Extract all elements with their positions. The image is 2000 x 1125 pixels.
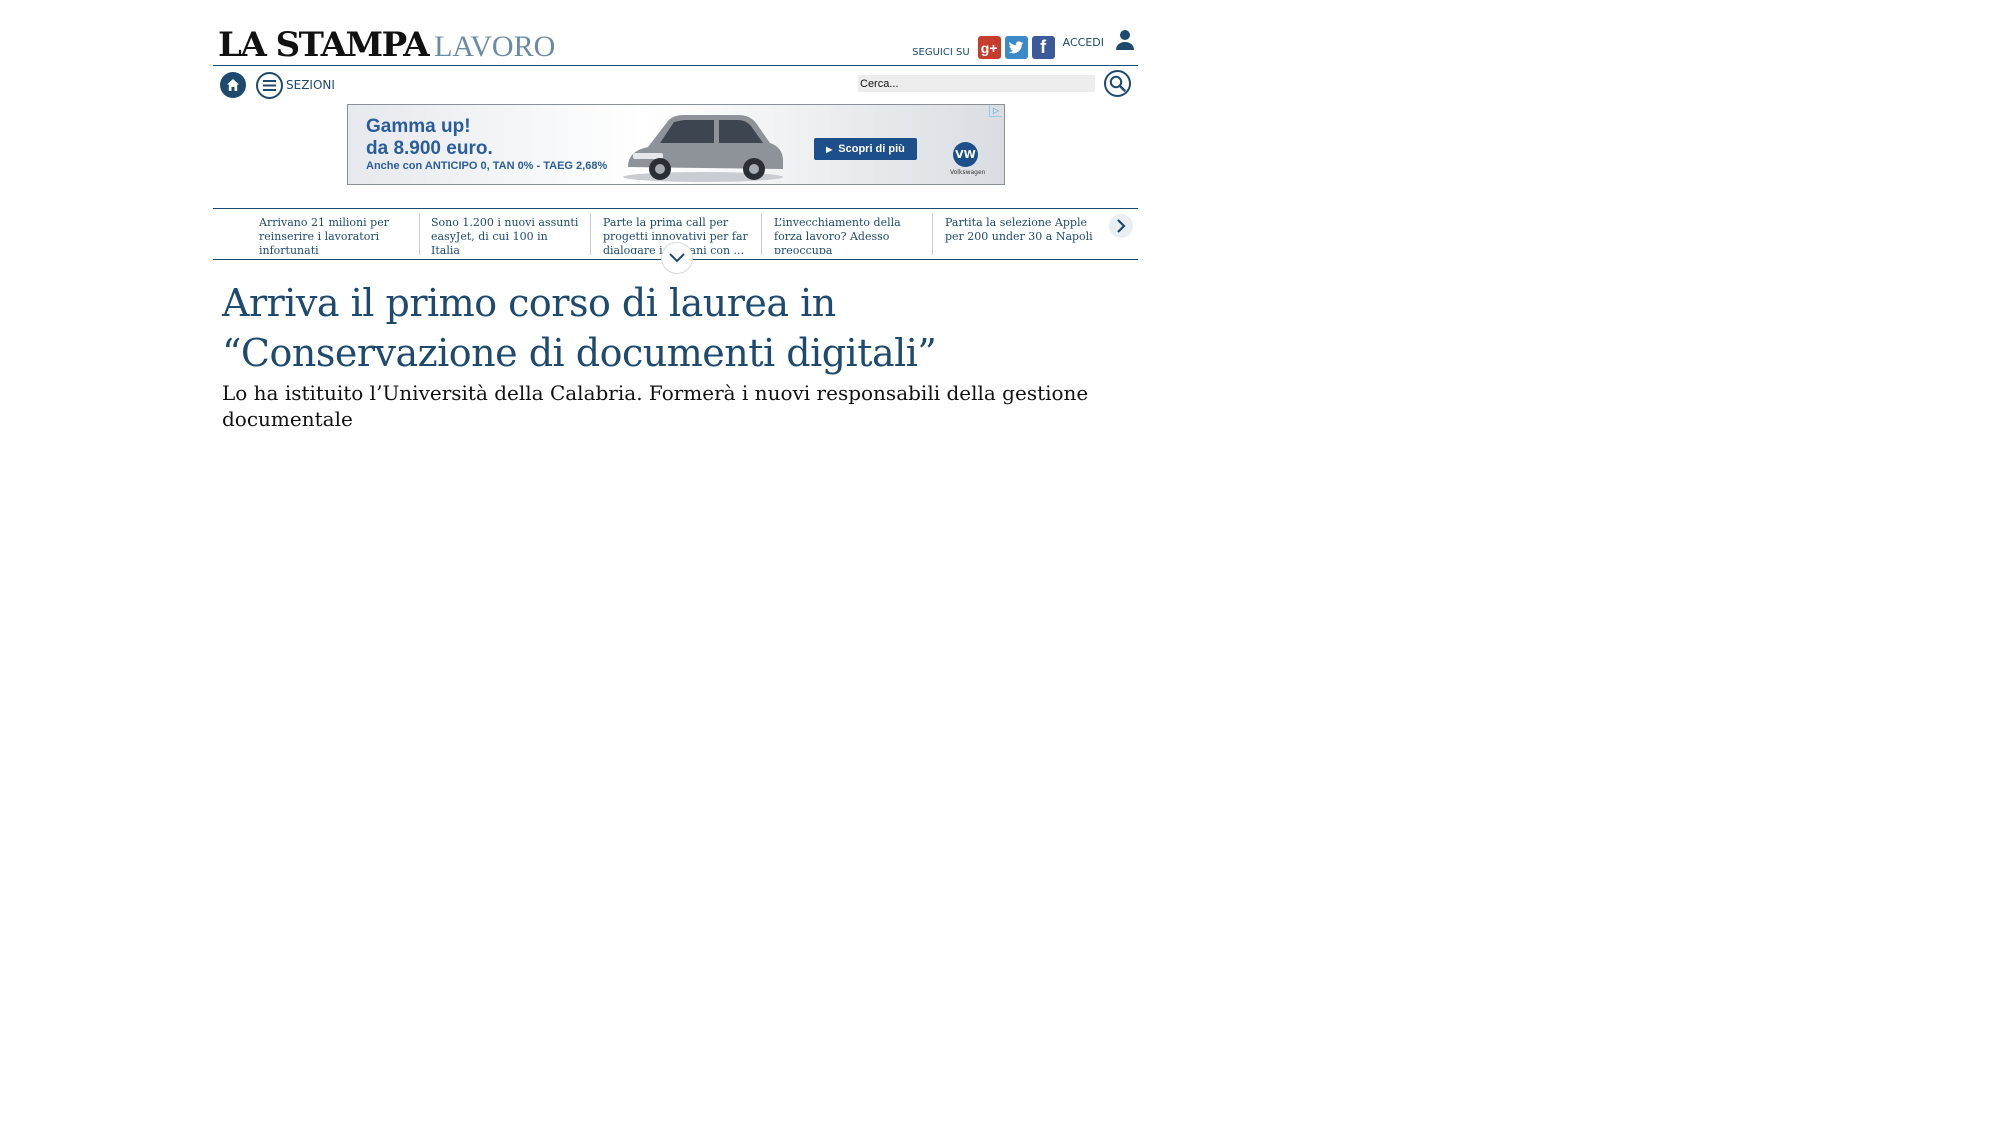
adchoices-icon[interactable]: ▷	[989, 105, 1002, 117]
masthead: LA STAMPA LAVORO SEGUICI SU g+ f ACCEDI	[213, 0, 1138, 66]
page: LA STAMPA LAVORO SEGUICI SU g+ f ACCEDI S…	[213, 0, 1138, 431]
login-link[interactable]: ACCEDI	[1063, 36, 1104, 49]
ad-cta-button[interactable]: ▶ Scopri di più	[814, 138, 917, 160]
ticker-expand-button[interactable]	[661, 242, 693, 274]
ticker-item[interactable]: Sono 1.200 i nuovi assunti easyJet, di c…	[431, 216, 579, 254]
chevron-right-icon	[1117, 219, 1126, 233]
social-bar: SEGUICI SU g+ f ACCEDI	[912, 29, 1134, 59]
brand-name: LA STAMPA	[218, 25, 430, 65]
ticker-divider	[761, 213, 762, 255]
ticker-divider	[419, 213, 420, 255]
search-icon	[1109, 75, 1126, 92]
brand-section: LAVORO	[434, 30, 556, 63]
nav-bar: SEZIONI	[213, 66, 1138, 104]
ticker-item[interactable]: Arrivano 21 milioni per reinserire i lav…	[259, 216, 389, 254]
ad-fine-print: Anche con ANTICIPO 0, TAN 0% - TAEG 2,68…	[366, 160, 608, 172]
sections-menu-label[interactable]: SEZIONI	[286, 78, 335, 92]
menu-button[interactable]	[256, 72, 283, 99]
ad-headline-line-1: Gamma up!	[366, 116, 471, 137]
car-image	[623, 115, 783, 182]
ticker-divider	[590, 213, 591, 255]
twitter-icon[interactable]	[1004, 36, 1028, 59]
ad-headline: Gamma up! da 8.900 euro.	[366, 116, 493, 160]
follow-label: SEGUICI SU	[912, 47, 970, 58]
search-button[interactable]	[1104, 70, 1131, 97]
user-icon[interactable]	[1116, 29, 1134, 55]
ticker-item[interactable]: Partita la selezione Apple per 200 under…	[945, 216, 1097, 254]
hamburger-icon	[263, 80, 276, 91]
ticker-item[interactable]: L’invecchiamento della forza lavoro? Ade…	[774, 216, 919, 254]
facebook-icon[interactable]: f	[1031, 36, 1055, 59]
ad-headline-line-2: da 8.900 euro.	[366, 138, 493, 159]
home-icon	[227, 79, 239, 91]
article-subtitle: Lo ha istituito l’Università della Calab…	[222, 381, 1089, 431]
chevron-down-icon	[669, 253, 685, 263]
ad-banner[interactable]: Gamma up! da 8.900 euro. Anche con ANTIC…	[347, 104, 1005, 185]
vw-logo-icon: VW	[953, 142, 978, 167]
google-plus-icon[interactable]: g+	[977, 36, 1001, 59]
ticker-next-button[interactable]	[1109, 214, 1133, 238]
play-arrow-icon: ▶	[826, 144, 833, 154]
home-button[interactable]	[220, 72, 246, 98]
search-input[interactable]	[858, 75, 1095, 92]
ad-brand-name: Volkswagen	[950, 169, 986, 176]
ticker-divider	[932, 213, 933, 255]
article-headline: Arriva il primo corso di laurea in “Cons…	[222, 281, 937, 375]
ad-cta-label: Scopri di più	[838, 143, 905, 155]
site-logo[interactable]: LA STAMPA LAVORO	[218, 25, 555, 65]
